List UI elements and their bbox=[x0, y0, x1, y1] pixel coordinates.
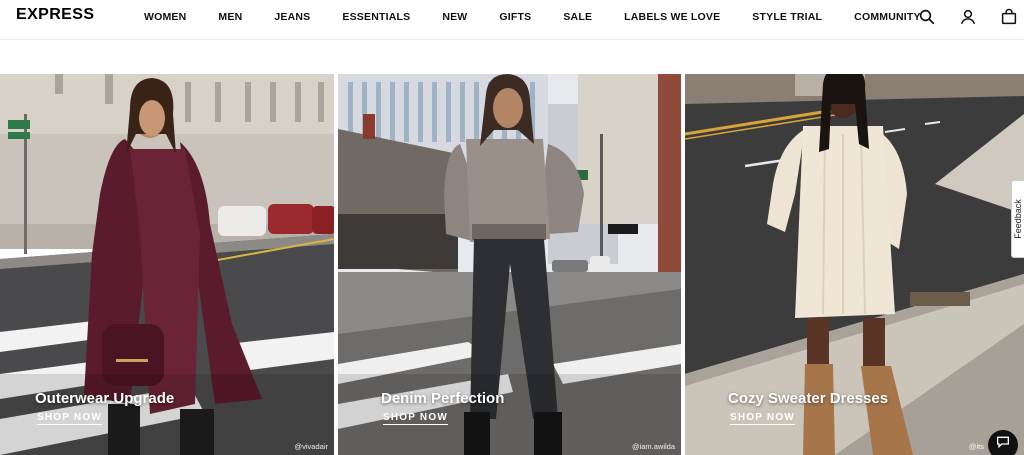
hero-panel-denim[interactable]: Denim Perfection SHOP NOW @iam.awilda bbox=[338, 74, 681, 455]
nav-item-style-trial[interactable]: STYLE TRIAL bbox=[736, 11, 838, 23]
account-icon[interactable] bbox=[958, 7, 978, 27]
shop-now-outerwear-link[interactable]: SHOP NOW bbox=[37, 412, 102, 425]
search-icon[interactable] bbox=[917, 7, 937, 27]
shop-now-sweater-dresses-link[interactable]: SHOP NOW bbox=[730, 412, 795, 425]
nav-item-jeans[interactable]: JEANS bbox=[258, 11, 326, 23]
site-header: EXPRESS WOMEN MEN JEANS ESSENTIALS NEW G… bbox=[0, 0, 1024, 40]
feedback-tab[interactable]: Feedback bbox=[1011, 180, 1024, 258]
feedback-label: Feedback bbox=[1013, 199, 1023, 239]
nav-item-men[interactable]: MEN bbox=[202, 11, 258, 23]
express-logo[interactable]: EXPRESS bbox=[16, 6, 94, 24]
instagram-handle: @iam.awilda bbox=[631, 442, 675, 451]
instagram-handle: @its bbox=[968, 442, 984, 451]
shop-now-denim-link[interactable]: SHOP NOW bbox=[383, 412, 448, 425]
nav-item-labels-we-love[interactable]: LABELS WE LOVE bbox=[608, 11, 736, 23]
shopping-bag-icon[interactable] bbox=[999, 7, 1019, 27]
hero-panel-outerwear[interactable]: Outerwear Upgrade SHOP NOW @vivadair bbox=[0, 74, 334, 455]
panel-title-denim: Denim Perfection bbox=[381, 390, 505, 407]
nav-item-women[interactable]: WOMEN bbox=[128, 11, 202, 23]
instagram-handle: @vivadair bbox=[294, 442, 328, 451]
hero-panel-sweater-dresses[interactable]: Cozy Sweater Dresses SHOP NOW @its bbox=[685, 74, 1024, 455]
main-nav: WOMEN MEN JEANS ESSENTIALS NEW GIFTS SAL… bbox=[128, 0, 921, 34]
chat-bubble-icon bbox=[997, 436, 1009, 449]
chat-button[interactable] bbox=[988, 430, 1018, 455]
nav-item-essentials[interactable]: ESSENTIALS bbox=[326, 11, 426, 23]
nav-item-gifts[interactable]: GIFTS bbox=[483, 11, 547, 23]
panel-title-outerwear: Outerwear Upgrade bbox=[35, 390, 175, 407]
panel-title-sweater-dresses: Cozy Sweater Dresses bbox=[728, 390, 889, 407]
nav-item-sale[interactable]: SALE bbox=[547, 11, 608, 23]
nav-item-new[interactable]: NEW bbox=[426, 11, 483, 23]
